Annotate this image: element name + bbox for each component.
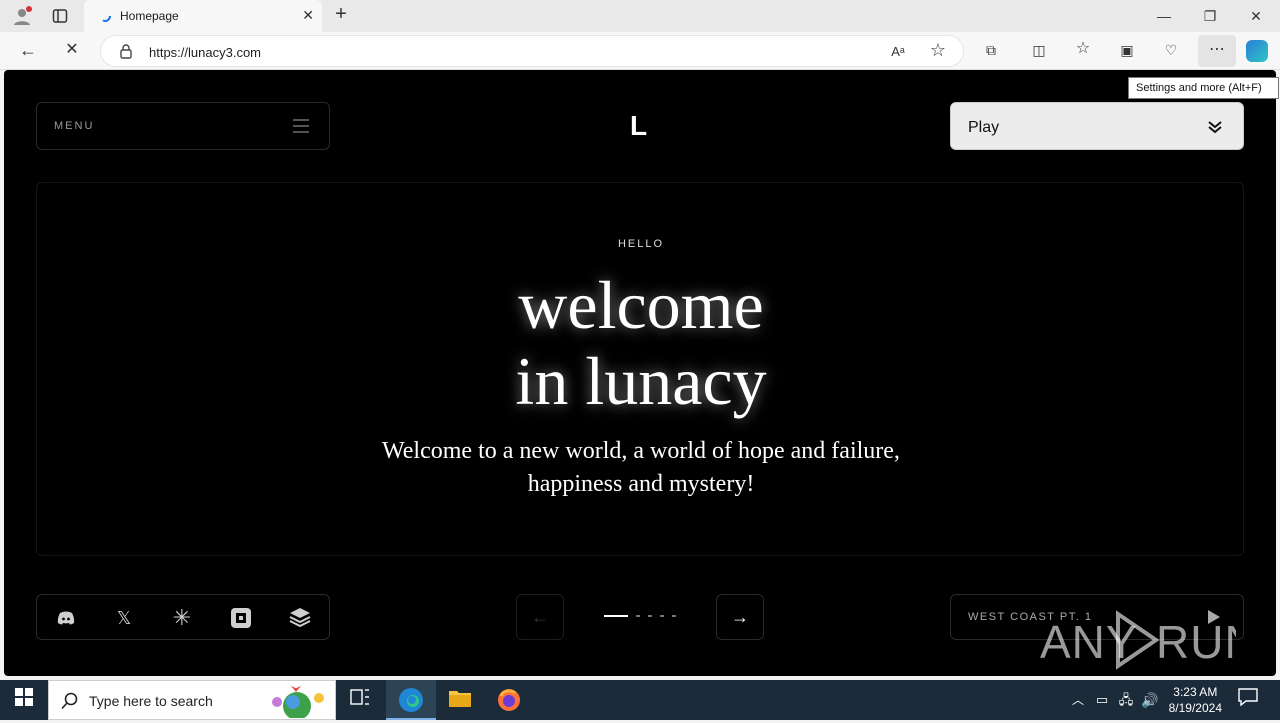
split-screen-icon[interactable]: ◫: [1030, 42, 1048, 58]
task-view-icon[interactable]: [348, 688, 372, 712]
meet-now-icon[interactable]: ▭: [1090, 688, 1114, 712]
back-icon[interactable]: ←: [18, 41, 38, 59]
search-highlight-globe-icon: [263, 684, 331, 720]
tab-homepage[interactable]: Homepage ✕: [84, 0, 322, 32]
asterisk-icon[interactable]: ✳: [171, 607, 193, 629]
hero-section: HELLO welcome in lunacy Welcome to a new…: [36, 182, 1244, 556]
hamburger-icon: [293, 119, 309, 133]
edge-taskbar-icon[interactable]: [386, 680, 436, 720]
roblox-icon[interactable]: [230, 607, 252, 629]
prev-slide-button[interactable]: ←: [516, 594, 564, 640]
hero-headline: welcome in lunacy: [37, 267, 1245, 419]
next-slide-button[interactable]: →: [716, 594, 764, 640]
extensions-icon[interactable]: ⧉: [982, 42, 1000, 58]
clock-date: 8/19/2024: [1168, 701, 1222, 715]
new-tab-icon[interactable]: +: [332, 4, 350, 24]
page-viewport: MENU L Play HELLO welcome in lunacy Welc…: [4, 70, 1276, 676]
settings-more-icon[interactable]: ⋯: [1198, 35, 1236, 67]
hero-kicker: HELLO: [617, 238, 665, 250]
slide-dot[interactable]: [636, 615, 640, 617]
close-icon[interactable]: ✕: [302, 7, 314, 24]
slide-dot[interactable]: [660, 615, 664, 617]
chevron-up-icon[interactable]: ︿: [1066, 688, 1090, 712]
menu-button[interactable]: MENU: [36, 102, 330, 150]
watermark-text-run: RUN: [1156, 616, 1236, 668]
close-window-icon[interactable]: ✕: [1248, 8, 1264, 24]
tab-title: Homepage: [120, 9, 179, 23]
x-icon[interactable]: 𝕏: [113, 607, 135, 629]
url-text[interactable]: https://lunacy3.com: [149, 45, 261, 60]
hero-subtext: Welcome to a new world, a world of hope …: [37, 435, 1245, 501]
clock-time: 3:23 AM: [1173, 685, 1218, 699]
subtext-line-2: happiness and mystery!: [527, 471, 755, 497]
slide-dot-active[interactable]: [604, 615, 628, 617]
favorite-star-icon[interactable]: ☆: [929, 41, 947, 59]
slide-dot[interactable]: [672, 615, 676, 617]
headline-line-2: in lunacy: [515, 343, 767, 419]
double-chevron-down-icon: [1207, 120, 1223, 134]
subtext-line-1: Welcome to a new world, a world of hope …: [382, 438, 900, 464]
site-logo[interactable]: L: [630, 110, 647, 142]
address-toolbar: ← ✕ https://lunacy3.com Aᵃ ☆ ⧉ ◫ ☆ ▣ ♡ ⋯: [0, 32, 1280, 70]
file-explorer-icon[interactable]: [448, 688, 472, 712]
address-bar[interactable]: https://lunacy3.com Aᵃ ☆: [100, 35, 964, 67]
restore-icon[interactable]: ❐: [1202, 8, 1218, 24]
minimize-icon[interactable]: —: [1156, 8, 1172, 24]
volume-icon[interactable]: 🔊: [1138, 688, 1162, 712]
read-aloud-icon[interactable]: Aᵃ: [889, 44, 907, 60]
stack-icon[interactable]: [289, 607, 311, 629]
browser-tab-bar: Homepage ✕ + — ❐ ✕: [0, 0, 1280, 32]
stop-loading-icon[interactable]: ✕: [62, 42, 82, 58]
play-dropdown[interactable]: Play: [950, 102, 1244, 150]
slide-dot[interactable]: [648, 615, 652, 617]
play-dropdown-label: Play: [968, 119, 1000, 136]
browser-essentials-icon[interactable]: ♡: [1162, 42, 1180, 58]
tab-actions-icon[interactable]: [52, 8, 68, 24]
firefox-icon[interactable]: [497, 688, 521, 712]
windows-taskbar: Type here to search ︿ ▭ 🖧 🔊 3:23 AM 8/19…: [0, 680, 1280, 720]
loading-spinner-icon: [98, 9, 112, 23]
headline-line-1: welcome: [518, 267, 764, 343]
taskbar-search[interactable]: Type here to search: [48, 680, 336, 720]
search-placeholder: Type here to search: [89, 693, 213, 709]
copilot-icon[interactable]: [1246, 40, 1268, 62]
discord-icon[interactable]: [55, 607, 77, 629]
menu-label: MENU: [54, 120, 95, 132]
anyrun-watermark: ANY RUN: [1040, 608, 1258, 676]
search-icon: [61, 692, 79, 710]
notifications-icon[interactable]: [1236, 688, 1260, 712]
social-links: 𝕏 ✳: [36, 594, 330, 640]
favorites-icon[interactable]: ☆: [1074, 41, 1092, 57]
profile-icon[interactable]: [12, 6, 32, 26]
lock-icon[interactable]: [119, 43, 133, 62]
collections-icon[interactable]: ▣: [1118, 42, 1136, 58]
windows-start-icon[interactable]: [12, 688, 36, 712]
system-clock[interactable]: 3:23 AM 8/19/2024: [1169, 684, 1222, 716]
network-icon[interactable]: 🖧: [1114, 688, 1138, 712]
settings-tooltip: Settings and more (Alt+F): [1128, 77, 1279, 99]
